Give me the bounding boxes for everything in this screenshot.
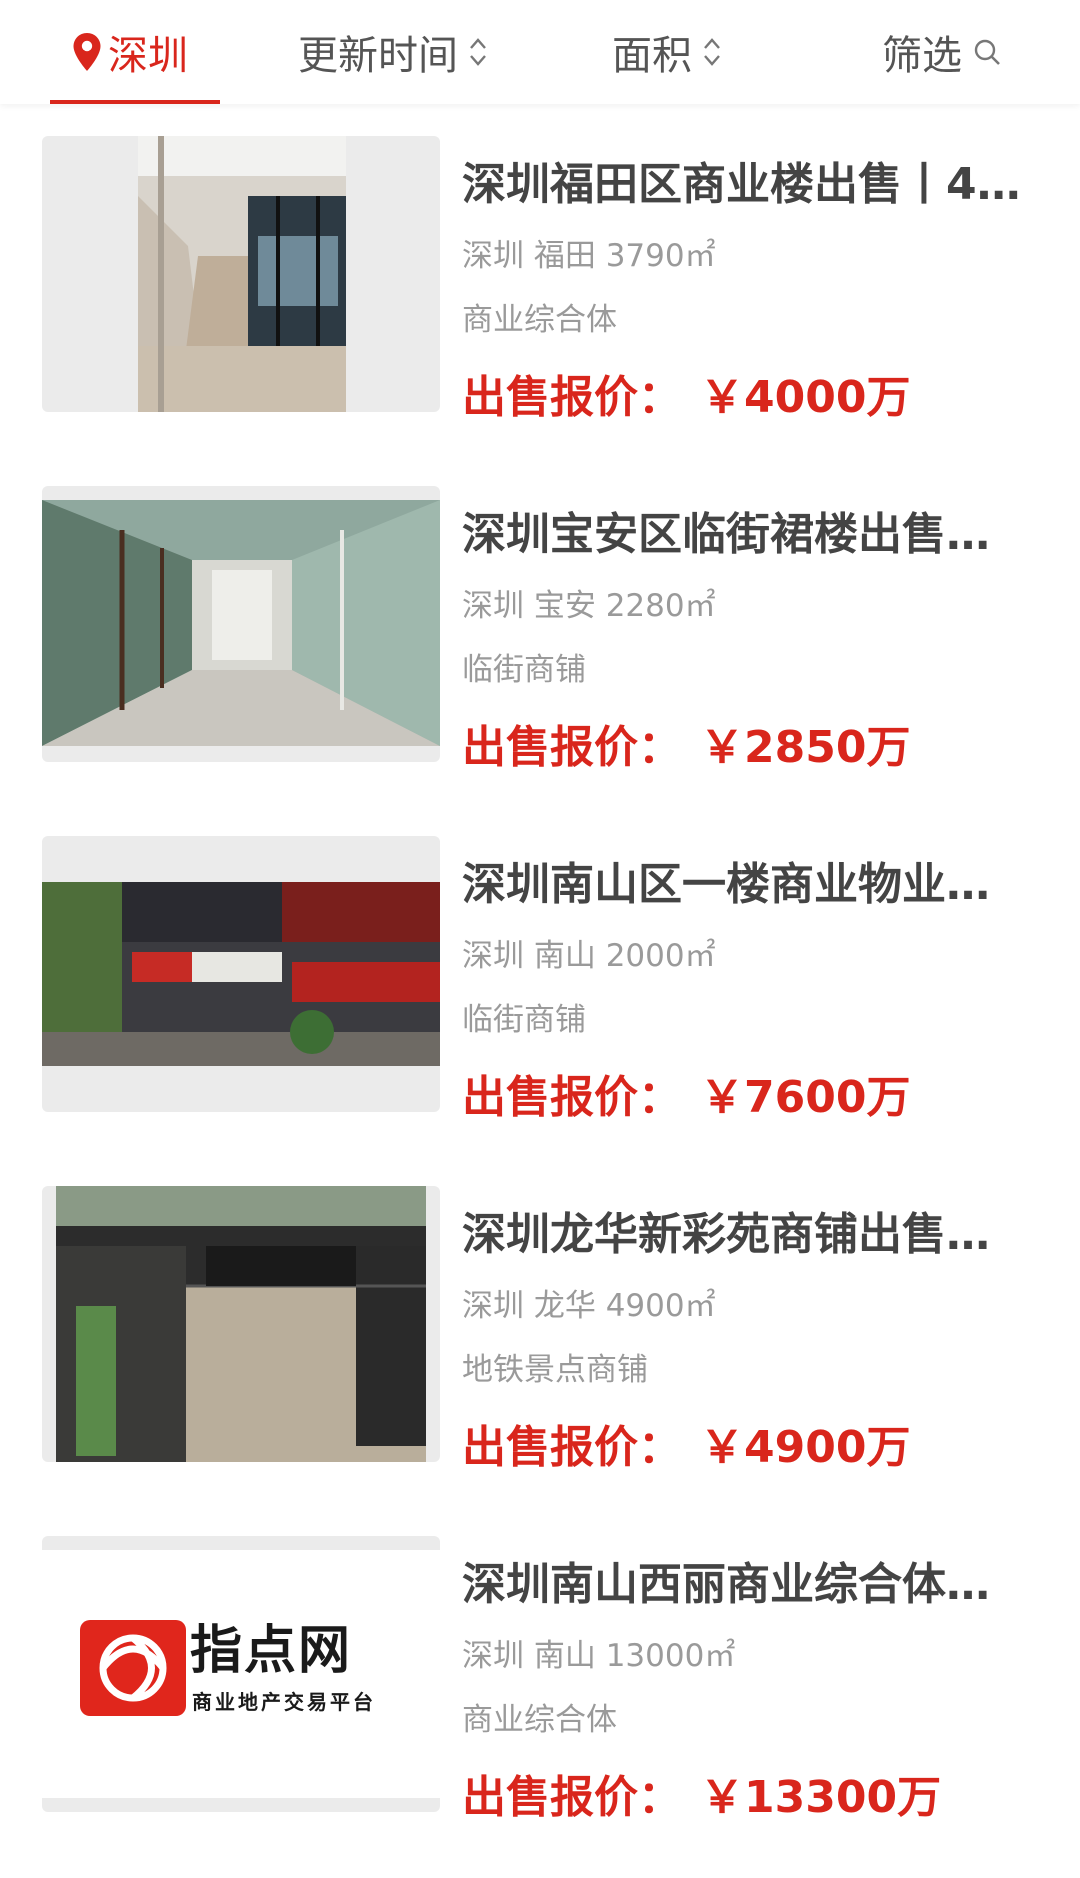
sort-by-time[interactable]: 更新时间 — [298, 0, 488, 104]
listing-category: 商业综合体 — [462, 302, 617, 338]
listing-location-area: 深圳 南山 13000㎡ — [462, 1638, 736, 1674]
listing-location-area: 深圳 龙华 4900㎡ — [462, 1288, 716, 1324]
listing-price: 出售报价： ￥4900万 — [462, 1418, 1042, 1478]
price-value: ￥7600万 — [700, 1072, 911, 1123]
listing-item[interactable]: 深圳宝安区临街裙楼出售… 深圳 宝安 2280㎡ 临街商铺 出售报价： ￥2850… — [0, 454, 1080, 804]
price-value: ￥4000万 — [700, 372, 911, 423]
price-label: 出售报价： — [462, 1772, 682, 1823]
price-label: 出售报价： — [462, 722, 682, 773]
price-label: 出售报价： — [462, 1072, 682, 1123]
listing-location-area: 深圳 福田 3790㎡ — [462, 238, 716, 274]
listing-price: 出售报价： ￥2850万 — [462, 718, 1042, 778]
sort-by-area[interactable]: 面积 — [612, 0, 722, 104]
city-selector[interactable]: 深圳 — [72, 0, 188, 104]
location-pin-icon — [73, 33, 101, 71]
listing-info: 深圳宝安区临街裙楼出售… 深圳 宝安 2280㎡ 临街商铺 出售报价： ￥2850… — [462, 486, 1042, 778]
listing-photo: 指点网 商业地产交易平台 — [42, 1550, 440, 1798]
listing-thumbnail — [42, 1186, 440, 1462]
logo-mark-icon — [80, 1620, 186, 1716]
listing-thumbnail — [42, 136, 440, 412]
listing-location-area: 深圳 宝安 2280㎡ — [462, 588, 716, 624]
listing-title: 深圳宝安区临街裙楼出售… — [462, 509, 990, 560]
logo-tagline: 商业地产交易平台 — [192, 1690, 376, 1714]
sort-arrows-icon — [468, 34, 488, 70]
price-value: ￥4900万 — [700, 1422, 911, 1473]
listing-info: 深圳南山区一楼商业物业… 深圳 南山 2000㎡ 临街商铺 出售报价： ￥7600… — [462, 836, 1042, 1128]
price-value: ￥13300万 — [700, 1772, 942, 1823]
price-label: 出售报价： — [462, 1422, 682, 1473]
search-icon — [974, 39, 1000, 65]
filter-bar: 深圳 更新时间 面积 筛选 — [0, 0, 1080, 104]
listing-item[interactable]: 指点网 商业地产交易平台 深圳南山西丽商业综合体… 深圳 南山 13000㎡ 商… — [0, 1504, 1080, 1854]
sort-time-label: 更新时间 — [298, 33, 458, 79]
listing-thumbnail — [42, 486, 440, 762]
active-tab-underline — [50, 100, 220, 104]
listing-price: 出售报价： ￥7600万 — [462, 1068, 1042, 1128]
sort-area-label: 面积 — [612, 33, 692, 79]
listing-price: 出售报价： ￥4000万 — [462, 368, 1042, 428]
listing-category: 临街商铺 — [462, 1002, 586, 1038]
price-value: ￥2850万 — [700, 722, 911, 773]
listing-category: 临街商铺 — [462, 652, 586, 688]
listing-item[interactable]: 深圳南山区一楼商业物业… 深圳 南山 2000㎡ 临街商铺 出售报价： ￥7600… — [0, 804, 1080, 1154]
listing-item[interactable]: 深圳龙华新彩苑商铺出售… 深圳 龙华 4900㎡ 地铁景点商铺 出售报价： ￥49… — [0, 1154, 1080, 1504]
listing-photo — [56, 1186, 426, 1462]
filter-button[interactable]: 筛选 — [882, 0, 1002, 104]
listing-title: 深圳南山区一楼商业物业… — [462, 859, 990, 910]
listing-info: 深圳南山西丽商业综合体… 深圳 南山 13000㎡ 商业综合体 出售报价： ￥13… — [462, 1536, 1042, 1828]
logo-name: 指点网 — [190, 1621, 353, 1681]
listing-photo — [42, 500, 440, 746]
listing-thumbnail — [42, 836, 440, 1112]
listing-item[interactable]: 深圳福田区商业楼出售丨4… 深圳 福田 3790㎡ 商业综合体 出售报价： ￥40… — [0, 104, 1080, 454]
listing-title: 深圳南山西丽商业综合体… — [462, 1559, 990, 1610]
filter-label: 筛选 — [882, 33, 962, 79]
listing-category: 地铁景点商铺 — [462, 1352, 648, 1388]
listing-info: 深圳福田区商业楼出售丨4… 深圳 福田 3790㎡ 商业综合体 出售报价： ￥40… — [462, 136, 1042, 428]
listing-thumbnail: 指点网 商业地产交易平台 — [42, 1536, 440, 1812]
listing-photo — [138, 136, 346, 412]
listing-title: 深圳福田区商业楼出售丨4… — [462, 159, 1021, 210]
listing-category: 商业综合体 — [462, 1702, 617, 1738]
listing-price: 出售报价： ￥13300万 — [462, 1768, 1042, 1828]
city-label: 深圳 — [108, 33, 188, 79]
listing-photo — [42, 882, 440, 1066]
listing-location-area: 深圳 南山 2000㎡ — [462, 938, 716, 974]
listing-title: 深圳龙华新彩苑商铺出售… — [462, 1209, 990, 1260]
price-label: 出售报价： — [462, 372, 682, 423]
sort-arrows-icon — [702, 34, 722, 70]
listing-info: 深圳龙华新彩苑商铺出售… 深圳 龙华 4900㎡ 地铁景点商铺 出售报价： ￥49… — [462, 1186, 1042, 1478]
